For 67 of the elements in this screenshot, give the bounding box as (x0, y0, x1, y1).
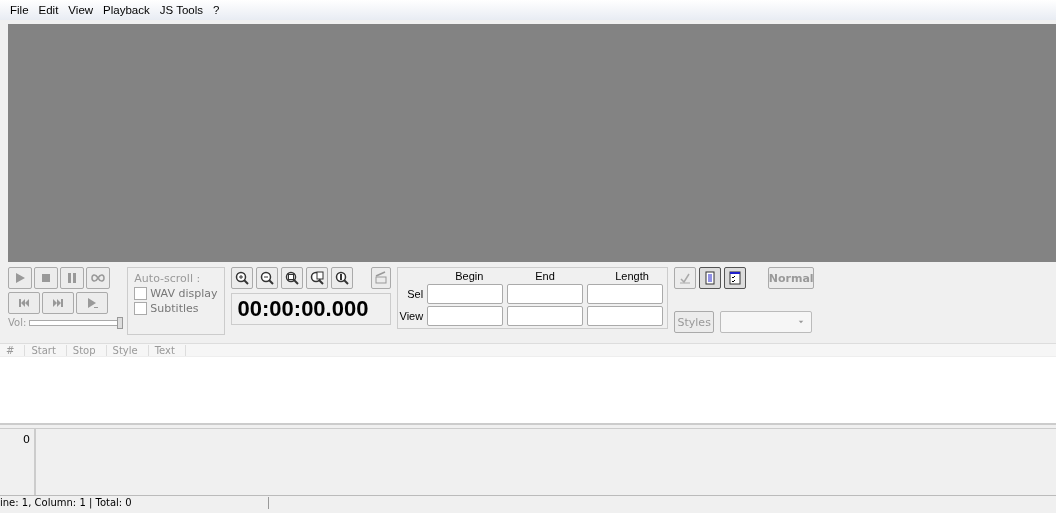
column-header[interactable]: Start (25, 344, 67, 356)
zoom-button[interactable] (255, 267, 278, 289)
zoom-selection-icon (284, 271, 299, 285)
loop-icon (91, 271, 105, 285)
menu-item[interactable]: ? (209, 4, 224, 16)
dropdown-arrow-icon (797, 318, 806, 326)
column-header[interactable]: Stop (66, 344, 107, 356)
zoom-button[interactable] (330, 267, 353, 289)
time-field[interactable] (587, 306, 664, 326)
loop-button[interactable] (86, 267, 110, 289)
checkbox-label: WAV display (150, 287, 218, 300)
play-icon (13, 271, 27, 285)
document-button[interactable] (699, 267, 722, 289)
zoom-page-icon (309, 271, 324, 285)
volume-label: Vol: (8, 317, 27, 328)
rewind-icon (17, 296, 31, 310)
clapper-button[interactable] (370, 267, 391, 289)
checklist-icon (728, 271, 743, 285)
row-label: Sel (406, 288, 424, 300)
volume-slider[interactable] (29, 319, 122, 326)
play-button[interactable] (8, 267, 32, 289)
column-label: Begin (454, 270, 485, 282)
column-header[interactable]: Style (106, 344, 149, 356)
zoom-button[interactable] (280, 267, 303, 289)
forward-icon (51, 296, 65, 310)
checkbox[interactable] (134, 287, 148, 300)
menu-item[interactable]: View (64, 4, 98, 16)
play-to-end-icon (85, 296, 99, 310)
column-label: End (534, 270, 556, 282)
clapperboard-icon (373, 271, 388, 285)
time-field[interactable] (507, 306, 584, 326)
zoom-button[interactable] (305, 267, 328, 289)
styles-button[interactable]: Styles (674, 311, 715, 333)
column-header[interactable]: # (0, 344, 26, 356)
rewind-button[interactable] (8, 292, 40, 314)
normal-button[interactable]: Normal (768, 267, 815, 289)
document-icon (703, 271, 718, 285)
stop-icon (39, 271, 53, 285)
time-field[interactable] (427, 306, 504, 326)
checkmark-icon (678, 271, 693, 285)
time-display: 00:00:00.000 (230, 293, 391, 325)
zoom-in-icon (234, 271, 249, 285)
time-field[interactable] (587, 284, 664, 304)
line-number: 0 (0, 429, 36, 495)
checkbox-label: Subtitles (150, 302, 199, 315)
pause-icon (65, 271, 79, 285)
pause-button[interactable] (60, 267, 84, 289)
time-field[interactable] (507, 284, 584, 304)
autoscroll-label: Auto-scroll : (134, 272, 202, 285)
column-label: Length (614, 270, 650, 282)
checkbox[interactable] (134, 302, 148, 315)
column-header[interactable]: Text (148, 344, 186, 356)
play-to-end-button[interactable] (76, 292, 108, 314)
menu-item[interactable]: Playback (99, 4, 154, 16)
zoom-button[interactable] (230, 267, 253, 289)
checklist-button[interactable] (724, 267, 747, 289)
row-label: View (399, 310, 424, 322)
menu-item[interactable]: File (6, 4, 33, 16)
style-dropdown[interactable] (720, 311, 813, 333)
menu-item[interactable]: Edit (34, 4, 63, 16)
menu-item[interactable]: JS Tools (155, 4, 207, 16)
status-text: ine: 1, Column: 1 | Total: 0 (0, 496, 269, 509)
time-field[interactable] (427, 284, 504, 304)
zoom-all-icon (334, 271, 349, 285)
stop-button[interactable] (34, 267, 58, 289)
zoom-out-icon (259, 271, 274, 285)
forward-button[interactable] (42, 292, 74, 314)
